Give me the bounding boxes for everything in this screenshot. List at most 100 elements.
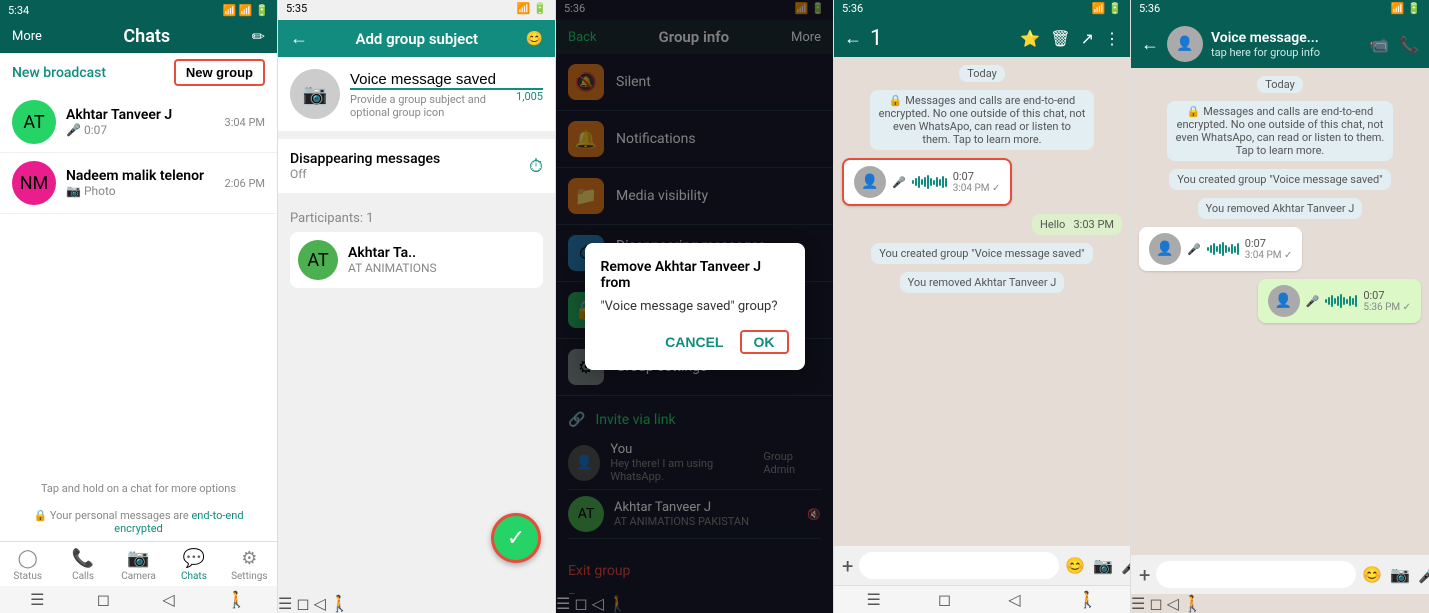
status-bar-4: 5:36 📶 🔋 (834, 0, 1130, 20)
created-group-msg-5: You created group "Voice message saved" (1169, 169, 1390, 190)
edit-icon[interactable]: ✏ (252, 27, 265, 46)
voice-message-1[interactable]: 👤 🎤 0:07 3:04 PM ✓ (1139, 227, 1302, 271)
chat-header-actions-4: ⭐ 🗑 ↗ ⋮ (1020, 29, 1120, 48)
menu-icon[interactable]: ☰ (30, 590, 44, 609)
fab-button[interactable]: ✓ (491, 513, 541, 563)
sticker-icon-4[interactable]: 😊 (1065, 556, 1085, 575)
back-arrow-2[interactable]: ← (290, 28, 308, 49)
removed-msg-5: You removed Akhtar Tanveer J (1198, 198, 1363, 219)
chats-title: Chats (123, 26, 170, 47)
plus-icon-5[interactable]: + (1139, 563, 1150, 587)
nav-label-chats: Chats (181, 571, 207, 582)
participant-info: Akhtar Ta.. AT ANIMATIONS (348, 245, 437, 275)
mic-icon-4[interactable]: 🎤 (1121, 556, 1131, 575)
disappearing-label: Disappearing messages (290, 151, 440, 167)
star-icon[interactable]: ⭐ (1020, 29, 1040, 48)
voice-time-recv: 3:04 PM ✓ (1245, 250, 1293, 261)
menu-icon-5[interactable]: ☰ (1131, 594, 1145, 613)
new-group-button[interactable]: New group (174, 59, 265, 86)
camera-icon-4[interactable]: 📷 (1093, 556, 1113, 575)
mic-icon: 🎤 (66, 123, 81, 137)
message-input-4[interactable] (859, 552, 1059, 579)
group-name-input[interactable] (350, 71, 543, 90)
share-icon[interactable]: ↗ (1081, 29, 1094, 48)
voice-avatar-icon: 👤 (854, 166, 886, 198)
disappearing-section[interactable]: Disappearing messages Off ⏱ (278, 139, 555, 193)
delete-icon[interactable]: 🗑 (1050, 29, 1070, 48)
calls-nav-icon: 📞 (72, 548, 94, 569)
dialog-ok-button[interactable]: OK (740, 330, 789, 354)
back-icon[interactable]: ◁ (162, 590, 174, 609)
settings-nav-icon: ⚙ (241, 548, 257, 569)
group-setup-header: ← Add group subject 😊 (278, 20, 555, 57)
nav-chats[interactable]: 💬 Chats (166, 542, 221, 586)
emoji-icon[interactable]: 😊 (526, 31, 543, 47)
menu-icon-2[interactable]: ☰ (278, 594, 292, 613)
plus-icon-4[interactable]: + (842, 554, 853, 578)
status-icons-4: 📶 🔋 (1092, 2, 1122, 18)
voice-wave-icon: 🎤 (892, 176, 906, 189)
nav-label-camera: Camera (121, 571, 156, 582)
back-icon-4[interactable]: ◁ (1008, 590, 1020, 609)
voice-time-1: 3:04 PM ✓ (953, 183, 1001, 194)
mic-icon-5[interactable]: 🎤 (1418, 565, 1429, 584)
voice-message-2[interactable]: 👤 🎤 0:07 5:36 PM ✓ (1258, 279, 1421, 323)
chat-item[interactable]: AT Akhtar Tanveer J 🎤 0:07 3:04 PM (0, 92, 277, 153)
phone-icon-5[interactable]: 📞 (1399, 35, 1419, 54)
home-icon-2[interactable]: ◻ (296, 594, 309, 613)
chat-header-4: ← 1 ⭐ 🗑 ↗ ⋮ (834, 20, 1130, 57)
chat-info: Akhtar Tanveer J 🎤 0:07 (66, 107, 215, 137)
nav-status[interactable]: ◯ Status (0, 542, 55, 586)
back-arrow-4[interactable]: ← (844, 28, 862, 49)
chat-preview: 🎤 0:07 (66, 123, 215, 137)
chat-item[interactable]: NM Nadeem malik telenor 📷 Photo 2:06 PM (0, 153, 277, 214)
voice-info-2: 0:07 5:36 PM ✓ (1363, 289, 1411, 313)
sticker-icon-5[interactable]: 😊 (1362, 565, 1382, 584)
hello-msg: Hello 3:03 PM (1032, 214, 1122, 235)
voice-info: 0:07 3:04 PM ✓ (953, 170, 1001, 194)
video-icon-5[interactable]: 📹 (1369, 35, 1389, 54)
group-avatar[interactable]: 📷 (290, 69, 340, 119)
participants-label: Participants: 1 (290, 211, 543, 226)
voice-avatar-2: 👤 (1268, 285, 1300, 317)
status-bar-2: 5:35 📶 🔋 (278, 0, 555, 20)
back-icon-2[interactable]: ◁ (314, 594, 326, 613)
participants-section: Participants: 1 AT Akhtar Ta.. AT ANIMAT… (278, 201, 555, 292)
more-link[interactable]: More (12, 29, 42, 44)
camera-icon-5[interactable]: 📷 (1390, 565, 1410, 584)
system-nav-bar-2: ☰ ◻ ◁ 🚶 (278, 594, 555, 613)
chat-name-5: Voice message... (1211, 30, 1361, 46)
nav-calls[interactable]: 📞 Calls (55, 542, 110, 586)
group-avatar-5[interactable]: 👤 (1167, 26, 1203, 62)
participant-name: Akhtar Ta.. (348, 245, 437, 261)
chat-sub-5: tap here for group info (1211, 46, 1361, 59)
new-broadcast-button[interactable]: New broadcast (12, 65, 166, 81)
back-icon-5[interactable]: ◁ (1167, 594, 1179, 613)
chat-header-info-5: Voice message... tap here for group info (1211, 30, 1361, 59)
back-arrow-5[interactable]: ← (1141, 34, 1159, 55)
nav-camera[interactable]: 📷 Camera (111, 542, 166, 586)
home-icon[interactable]: ◻ (97, 590, 110, 609)
dialog-cancel-button[interactable]: CANCEL (665, 330, 723, 354)
nav-settings[interactable]: ⚙ Settings (222, 542, 277, 586)
voice-waveform-2 (1325, 294, 1357, 308)
home-icon-4[interactable]: ◻ (938, 590, 951, 609)
chat-meta: 3:04 PM (225, 116, 265, 129)
encrypted-link[interactable]: end-to-end encrypted (114, 509, 243, 535)
message-input-5[interactable] (1156, 561, 1356, 588)
chat-input-icons-4: 😊 📷 🎤 (1065, 556, 1131, 575)
more-icon[interactable]: ⋮ (1104, 29, 1120, 48)
menu-icon-4[interactable]: ☰ (867, 590, 881, 609)
time-5: 5:36 (1139, 2, 1160, 18)
home-icon-5[interactable]: ◻ (1149, 594, 1162, 613)
person-icon-2: 🚶 (330, 594, 350, 613)
chats-panel: 5:34 📶 📶 🔋 More Chats ✏ New broadcast Ne… (0, 0, 278, 613)
encrypted-note: 🔒 Your personal messages are end-to-end … (0, 503, 277, 541)
camera-nav-icon: 📷 (127, 548, 149, 569)
voice-msg-row-1: 👤 🎤 0:07 3:04 PM ✓ (1139, 227, 1421, 271)
voice-message-received[interactable]: 👤 🎤 0:07 3:04 PM ✓ (842, 158, 1012, 206)
group-name-section: 📷 Provide a group subject and optional g… (278, 57, 555, 131)
chat-list: AT Akhtar Tanveer J 🎤 0:07 3:04 PM NM Na… (0, 92, 277, 474)
bottom-nav: ◯ Status 📞 Calls 📷 Camera 💬 Chats ⚙ Sett… (0, 541, 277, 586)
participant-detail: AT ANIMATIONS (348, 261, 437, 275)
